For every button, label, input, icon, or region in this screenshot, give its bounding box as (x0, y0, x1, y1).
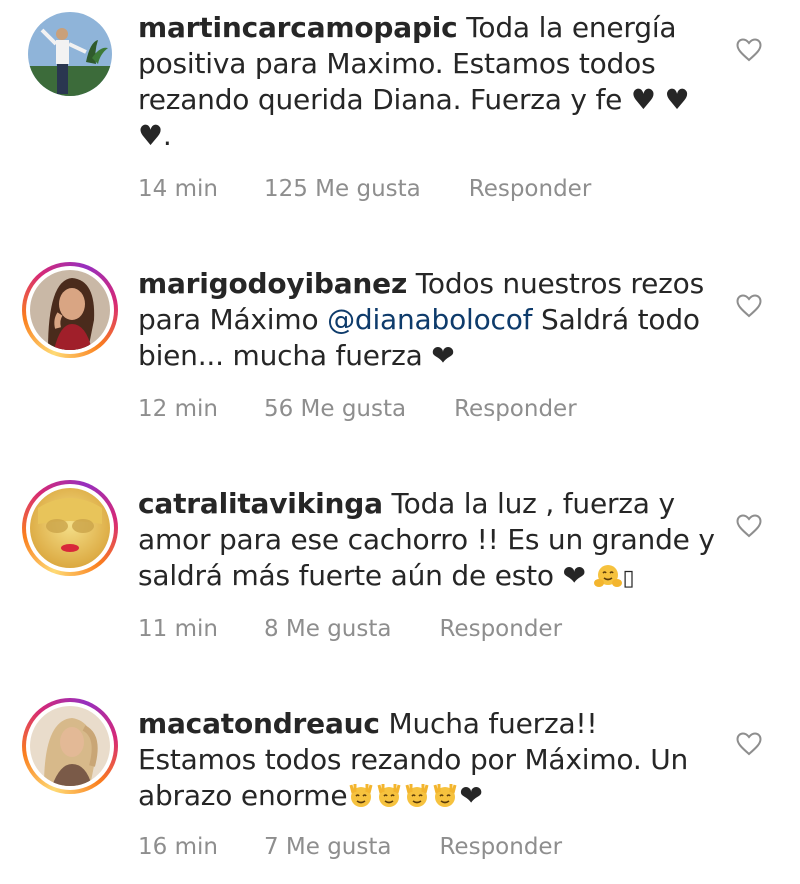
avatar[interactable] (22, 698, 118, 794)
hugging-face-icon (594, 565, 623, 587)
avatar[interactable] (22, 262, 118, 358)
reply-button[interactable]: Responder (439, 614, 562, 644)
avatar-photo (30, 488, 110, 568)
comment-meta: 14 min 125 Me gusta Responder (138, 174, 591, 204)
comment-body: marigodoyibanez Todos nuestros rezos par… (138, 266, 718, 374)
mention-link[interactable]: @dianabolocof (327, 303, 532, 336)
comment-item: marigodoyibanez Todos nuestros rezos par… (0, 220, 800, 440)
comment-username[interactable]: martincarcamopapic (138, 11, 458, 44)
avatar-photo (30, 706, 110, 786)
comment-meta: 16 min 7 Me gusta Responder (138, 832, 562, 862)
comment-likes[interactable]: 8 Me gusta (264, 614, 392, 644)
comments-list: martincarcamopapic Toda la energía posit… (0, 0, 800, 884)
comment-text-tail: ▯ (622, 566, 635, 591)
raising-hands-face-icon (349, 784, 373, 807)
comment-item: macatondreauc Mucha fuerza!! Estamos tod… (0, 660, 800, 884)
comment-meta: 11 min 8 Me gusta Responder (138, 614, 562, 644)
reply-button[interactable]: Responder (469, 174, 592, 204)
comment-body: martincarcamopapic Toda la energía posit… (138, 10, 718, 154)
avatar[interactable] (22, 480, 118, 576)
comment-time: 16 min (138, 834, 218, 860)
comment-time: 12 min (138, 396, 218, 422)
avatar[interactable] (22, 12, 118, 110)
comment-time: 14 min (138, 176, 218, 202)
heart-outline-icon[interactable] (736, 294, 762, 318)
comment-likes[interactable]: 125 Me gusta (264, 174, 421, 204)
reply-button[interactable]: Responder (454, 394, 577, 424)
comment-body: catralitavikinga Toda la luz , fuerza y … (138, 486, 718, 597)
heart-outline-icon[interactable] (736, 514, 762, 538)
avatar-photo (30, 270, 110, 350)
heart-outline-icon[interactable] (736, 732, 762, 756)
comment-username[interactable]: catralitavikinga (138, 487, 383, 520)
raising-hands-face-icon (405, 784, 429, 807)
comment-item: martincarcamopapic Toda la energía posit… (0, 0, 800, 220)
comment-likes[interactable]: 56 Me gusta (264, 394, 406, 424)
comment-text-tail: ❤ (459, 779, 483, 812)
comment-meta: 12 min 56 Me gusta Responder (138, 394, 577, 424)
avatar-photo (28, 12, 112, 96)
raising-hands-face-icon (433, 784, 457, 807)
reply-button[interactable]: Responder (439, 832, 562, 862)
comment-time: 11 min (138, 616, 218, 642)
comment-body: macatondreauc Mucha fuerza!! Estamos tod… (138, 706, 718, 814)
comment-item: catralitavikinga Toda la luz , fuerza y … (0, 440, 800, 660)
comment-username[interactable]: macatondreauc (138, 707, 380, 740)
heart-outline-icon[interactable] (736, 38, 762, 62)
comment-likes[interactable]: 7 Me gusta (264, 832, 392, 862)
raising-hands-face-icon (377, 784, 401, 807)
comment-username[interactable]: marigodoyibanez (138, 267, 407, 300)
